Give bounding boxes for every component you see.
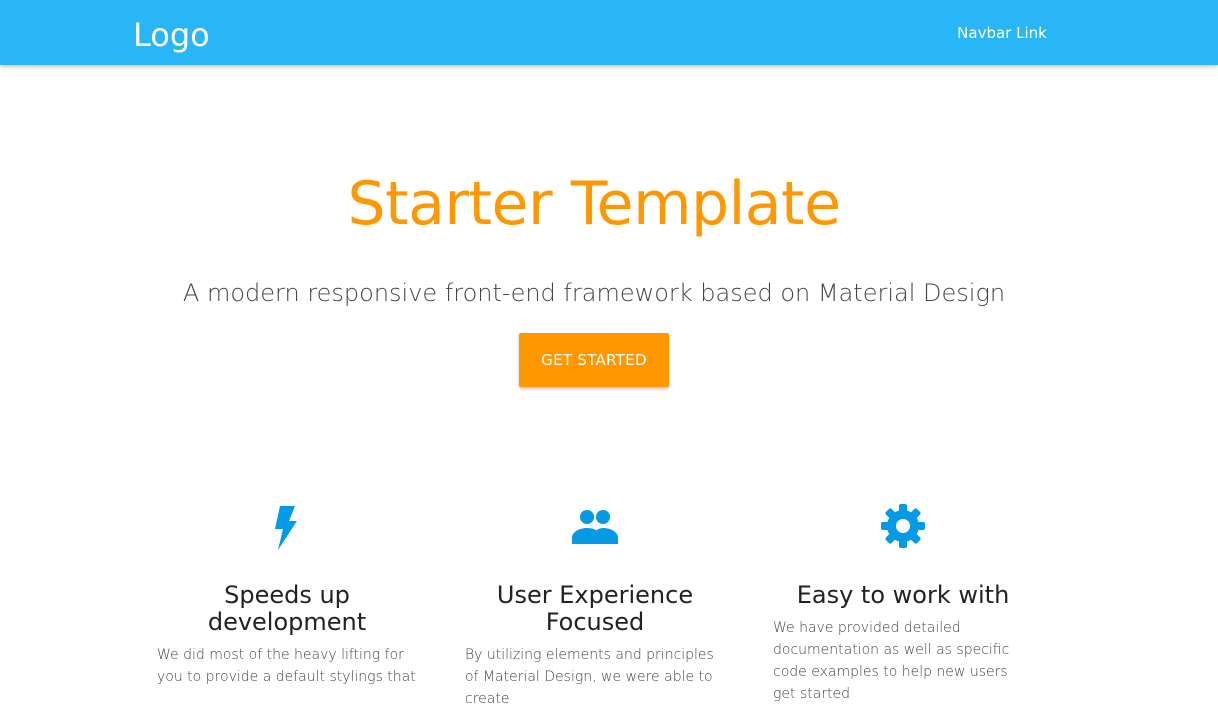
feature-speeds-up-development: Speeds up development We did most of the… <box>157 500 417 688</box>
get-started-button[interactable]: GET STARTED <box>519 333 669 387</box>
feature-user-experience-focused: User Experience Focused By utilizing ele… <box>465 500 725 710</box>
group-icon <box>572 510 618 544</box>
feature-title-line2: development <box>207 608 367 636</box>
logo[interactable]: Logo <box>133 15 210 55</box>
feature-title-line1: Speeds up <box>224 581 350 609</box>
navbar-link[interactable]: Navbar Link <box>952 22 1052 44</box>
feature-title: User Experience Focused <box>465 582 725 636</box>
settings-icon <box>881 504 925 548</box>
feature-text: By utilizing elements and principles of … <box>465 647 714 707</box>
flash-icon <box>275 506 297 550</box>
feature-title-line1: User Experience <box>496 581 694 609</box>
feature-text: We have provided detailed documentation … <box>773 620 1010 702</box>
hero-title: Starter Template <box>347 169 841 239</box>
hero-subtitle: A modern responsive front-end framework … <box>182 279 1006 307</box>
feature-text: We did most of the heavy lifting for you… <box>157 647 416 685</box>
navbar: Logo Navbar Link <box>0 0 1218 65</box>
feature-title-line2: Focused <box>545 608 645 636</box>
feature-title: Easy to work with <box>773 582 1033 609</box>
feature-title: Speeds up development <box>157 582 417 636</box>
feature-easy-to-work-with: Easy to work with We have provided detai… <box>773 500 1033 705</box>
feature-title-line1: Easy to work with <box>796 581 1010 609</box>
